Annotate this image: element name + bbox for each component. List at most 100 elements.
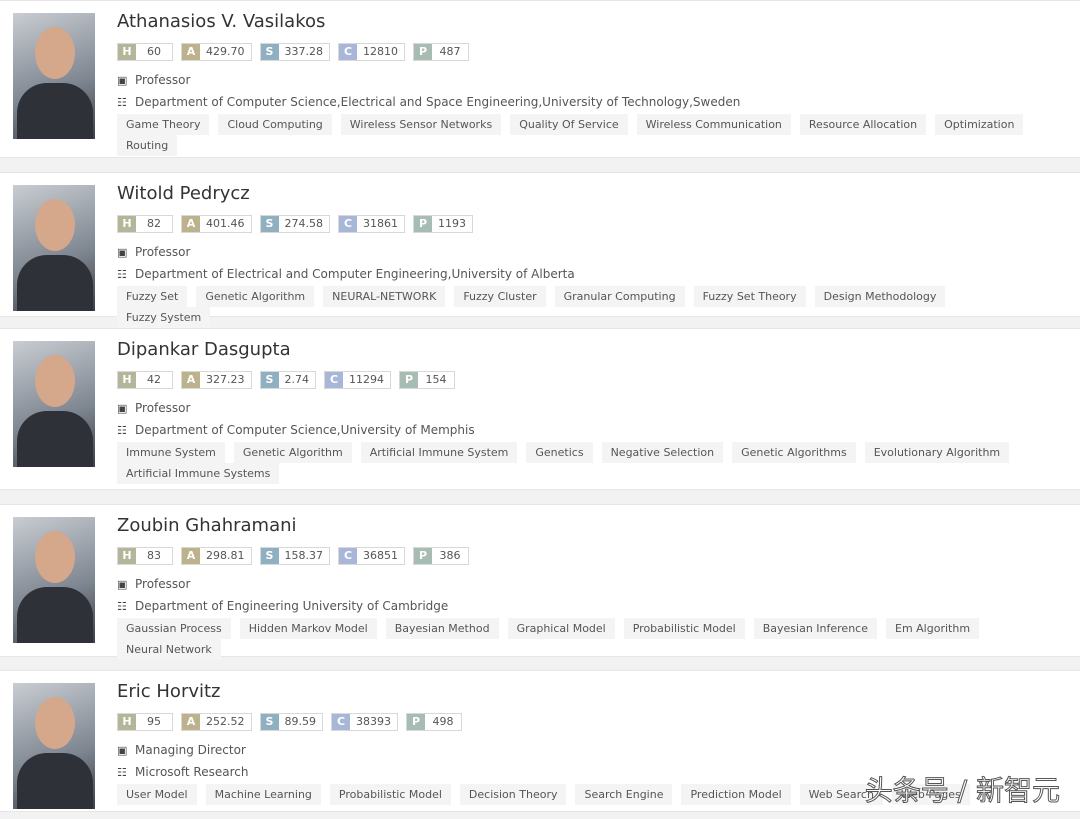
interest-tag[interactable]: Wireless Sensor Networks	[340, 114, 502, 135]
interest-tag[interactable]: Cloud Computing	[218, 114, 332, 135]
stat-value: 83	[147, 549, 161, 562]
interest-tag[interactable]: Gaussian Process	[117, 618, 231, 639]
institution-icon: ☷	[117, 423, 127, 437]
stat-badge-a: A 252.52	[181, 713, 252, 731]
interest-tag[interactable]: Optimization	[935, 114, 1024, 135]
interest-tag[interactable]: Genetic Algorithm	[233, 442, 352, 463]
stat-badge-h: H 83	[117, 547, 173, 565]
interest-tag[interactable]: Probabilistic Model	[329, 784, 451, 805]
interest-tag[interactable]: Design Methodology	[814, 286, 946, 307]
interest-tag[interactable]: Immune System	[117, 442, 225, 463]
stat-key: H	[118, 714, 136, 730]
interest-tag[interactable]: Fuzzy Cluster	[454, 286, 546, 307]
stat-badge-p: P 487	[413, 43, 469, 61]
interest-tag[interactable]: Genetic Algorithms	[732, 442, 856, 463]
stat-value: 154	[425, 373, 447, 386]
stat-key: C	[325, 372, 343, 388]
scholar-name[interactable]: Eric Horvitz	[117, 681, 221, 702]
interest-tags: Game Theory Cloud Computing Wireless Senso…	[117, 114, 1040, 156]
stat-key: S	[260, 548, 279, 564]
interest-tag[interactable]: Negative Selection	[601, 442, 724, 463]
interest-tag[interactable]: Fuzzy System	[117, 307, 211, 328]
interest-tag[interactable]: Granular Computing	[554, 286, 685, 307]
interest-tag[interactable]: Graphical Model	[507, 618, 615, 639]
stat-value: 42	[147, 373, 161, 386]
avatar[interactable]	[13, 517, 95, 643]
institution-icon: ☷	[117, 599, 127, 613]
interest-tag[interactable]: User Model	[117, 784, 197, 805]
stat-key: P	[407, 714, 425, 730]
stat-key: H	[118, 372, 136, 388]
role-text: Managing Director	[135, 743, 246, 757]
stat-value: 31861	[363, 217, 398, 230]
affiliation-text: Department of Engineering University of …	[135, 599, 449, 613]
interest-tag[interactable]: Machine Learning	[205, 784, 321, 805]
interest-tag[interactable]: Search Engine	[575, 784, 673, 805]
interest-tag[interactable]: Prediction Model	[681, 784, 791, 805]
briefcase-icon: ▣	[117, 401, 128, 415]
affiliation: ☷ Department of Engineering University of…	[117, 599, 448, 613]
scholar-name[interactable]: Witold Pedrycz	[117, 183, 250, 204]
scholar-name[interactable]: Dipankar Dasgupta	[117, 339, 291, 360]
role-text: Professor	[135, 73, 191, 87]
stat-key: C	[339, 216, 357, 232]
stat-badge-p: P 154	[399, 371, 455, 389]
stat-value: 429.70	[206, 45, 245, 58]
stat-badge-c: C 36851	[338, 547, 405, 565]
interest-tag[interactable]: Bayesian Inference	[753, 618, 877, 639]
role: ▣ Managing Director	[117, 743, 246, 757]
scholar-name[interactable]: Athanasios V. Vasilakos	[117, 11, 325, 32]
interest-tag[interactable]: Hidden Markov Model	[239, 618, 377, 639]
institution-icon: ☷	[117, 95, 127, 109]
affiliation-text: Department of Computer Science,Electrica…	[135, 95, 741, 109]
stat-value: 158.37	[284, 549, 324, 562]
interest-tag[interactable]: Neural Network	[117, 639, 221, 660]
interest-tag[interactable]: Routing	[117, 135, 178, 156]
stats-badges: H 42 A 327.23 S 2.74 C 11294 P 154	[117, 371, 455, 389]
interest-tag[interactable]: Artificial Immune System	[360, 442, 518, 463]
interest-tag[interactable]: Artificial Immune Systems	[117, 463, 280, 484]
interest-tag[interactable]: Fuzzy Set	[117, 286, 188, 307]
stat-badge-h: H 82	[117, 215, 173, 233]
stat-key: P	[414, 216, 432, 232]
interest-tag[interactable]: Wireless Communication	[636, 114, 791, 135]
interest-tag[interactable]: Probabilistic Model	[623, 618, 745, 639]
stat-badge-a: A 401.46	[181, 215, 252, 233]
interest-tag[interactable]: Genetics	[526, 442, 593, 463]
interest-tag[interactable]: Genetic Algorithm	[196, 286, 315, 307]
stat-value: 38393	[356, 715, 391, 728]
interest-tag[interactable]: NEURAL-NETWORK	[323, 286, 446, 307]
briefcase-icon: ▣	[117, 577, 128, 591]
briefcase-icon: ▣	[117, 245, 128, 259]
stat-badge-a: A 429.70	[181, 43, 252, 61]
interest-tag[interactable]: Bayesian Method	[385, 618, 499, 639]
interest-tag[interactable]: Game Theory	[117, 114, 210, 135]
avatar[interactable]	[13, 13, 95, 139]
stat-key: P	[414, 548, 432, 564]
stat-key: H	[118, 44, 136, 60]
interest-tag[interactable]: Em Algorithm	[886, 618, 980, 639]
scholar-name[interactable]: Zoubin Ghahramani	[117, 515, 297, 536]
avatar[interactable]	[13, 185, 95, 311]
stat-badge-s: S 337.28	[259, 43, 330, 61]
stat-badge-s: S 2.74	[259, 371, 316, 389]
stat-key: A	[182, 44, 200, 60]
stat-value: 401.46	[206, 217, 245, 230]
stat-value: 274.58	[284, 217, 324, 230]
stat-value: 327.23	[206, 373, 245, 386]
interest-tag[interactable]: Evolutionary Algorithm	[864, 442, 1010, 463]
stat-value: 386	[439, 549, 461, 562]
interest-tag[interactable]: Decision Theory	[459, 784, 567, 805]
interest-tag[interactable]: Fuzzy Set Theory	[693, 286, 806, 307]
interest-tag[interactable]: Resource Allocation	[799, 114, 927, 135]
stat-badge-a: A 298.81	[181, 547, 252, 565]
affiliation: ☷ Department of Computer Science,Universi…	[117, 423, 475, 437]
interest-tag[interactable]: Quality Of Service	[510, 114, 628, 135]
stat-key: S	[260, 216, 279, 232]
stat-key: C	[339, 548, 357, 564]
scholar-card: Zoubin Ghahramani H 83 A 298.81 S 158.37 C 3685…	[0, 504, 1080, 660]
avatar[interactable]	[13, 683, 95, 809]
stat-key: C	[332, 714, 350, 730]
role-text: Professor	[135, 245, 191, 259]
avatar[interactable]	[13, 341, 95, 467]
